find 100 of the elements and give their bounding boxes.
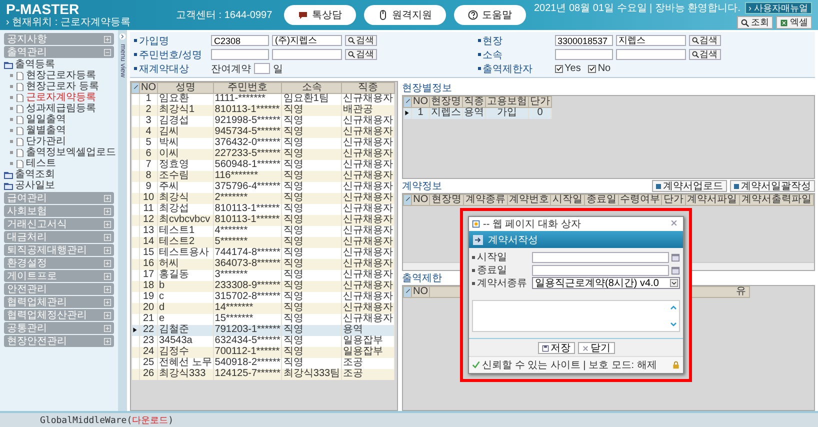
menu-item[interactable]: 공사일보 — [4, 180, 114, 191]
help-icon — [468, 10, 478, 20]
expand-icon — [104, 260, 111, 266]
table-row[interactable]: 25 전혜선 노무 540918-2****** 직영 조공 — [132, 358, 395, 368]
search-button[interactable]: 검색 — [688, 49, 720, 60]
table-row[interactable]: 6 이씨 227233-5****** 직영 신규채용자 — [132, 148, 395, 160]
table-row[interactable]: 9 주씨 375796-4****** 직영 신규채용자 — [132, 182, 395, 192]
table-row[interactable]: 26 최강식333 124125-7****** 최강식333팀 조공 — [132, 368, 395, 380]
days-field[interactable] — [254, 63, 270, 74]
table-row[interactable]: 19 c 315702-8****** 직영 신규채용자 — [132, 292, 395, 302]
excel-button[interactable]: 엑셀 — [776, 16, 812, 29]
action-button[interactable]: 계약서업로드 — [652, 180, 727, 192]
name-field[interactable] — [272, 49, 342, 60]
bullet-icon — [472, 256, 475, 258]
folder-icon — [4, 60, 13, 68]
table-row[interactable]: 2 최강식1 810113-1****** 직영 배관공 — [132, 104, 395, 116]
table-row[interactable]: 4 김씨 945734-5****** 직영 신규채용자 — [132, 126, 395, 138]
table-row[interactable]: 3 김경섭 921998-5****** 직영 신규채용자 — [132, 116, 395, 126]
table-row[interactable]: 13 테스트1 4******* 직영 신규채용자 — [132, 226, 395, 236]
manual-button[interactable]: › 사용자매뉴얼 — [744, 2, 812, 14]
checkbox[interactable] — [554, 64, 562, 72]
table-cell: 직영 — [282, 324, 342, 336]
menu-item[interactable]: 출역등록 — [4, 59, 114, 70]
name-field[interactable]: (주)지렙스 — [272, 35, 342, 46]
table-row[interactable]: 10 최강식 2******* 직영 신규채용자 — [132, 192, 395, 204]
menu-item[interactable]: 출역조회 — [4, 169, 114, 180]
column-header: 단가 — [528, 96, 552, 108]
greeting-text: 2021년 08월 01일 수요일 | 장바능 환영합니다. — [534, 2, 740, 15]
help-button[interactable]: 도움말 — [454, 5, 526, 25]
select-field[interactable]: 일용직근로계약(8시간) v4.0 — [532, 277, 680, 289]
column-header: 계약종류 — [463, 194, 508, 206]
table-cell: 375796-4****** — [213, 182, 282, 192]
dialog-heading: 계약서작성 — [488, 234, 538, 246]
table-row[interactable]: 17 홍길동 3******* 직영 신규채용자 — [132, 270, 395, 280]
field-label: 가입명 — [139, 34, 169, 48]
table-row[interactable]: 21 e 15******* 직영 신규채용자 — [132, 314, 395, 324]
table-row[interactable]: 14 테스트2 5******* 직영 신규채용자 — [132, 236, 395, 248]
table-cell: 직영 — [282, 346, 342, 358]
table-row[interactable]: 1 임요환 1111-******* 임요환1팀 신규채용자 — [132, 94, 395, 104]
mouse-button[interactable]: 원격지원 — [364, 5, 446, 25]
table-cell: 이씨 — [158, 148, 214, 160]
table-row[interactable]: 12 최cvbcvbcv 810113-1****** 직영 신규채용자 — [132, 214, 395, 226]
table-cell: 일용잡부 — [342, 346, 395, 358]
table-row[interactable]: 24 김정수 700112-1****** 직영 일용잡부 — [132, 346, 395, 358]
memo-field[interactable] — [472, 300, 680, 332]
date-field[interactable] — [532, 264, 669, 276]
chat-bubble-icon — [298, 10, 308, 20]
table-cell: 김철준 — [158, 324, 214, 336]
checkbox[interactable] — [588, 64, 596, 72]
code-field[interactable] — [211, 49, 269, 60]
action-button[interactable]: 계약서일괄작성 — [730, 180, 815, 192]
expand-icon — [104, 324, 111, 332]
table-row[interactable]: 16 허씨 364073-8****** 직영 신규채용자 — [132, 258, 395, 270]
search-button[interactable]: 검색 — [345, 49, 377, 60]
chat-button[interactable]: 톡상담 — [284, 5, 356, 25]
menu-item[interactable]: 성과제급림등록 — [4, 103, 114, 114]
table-row[interactable]: 20 d 14******* 직영 신규채용자 — [132, 302, 395, 314]
table-cell: 233308-9****** — [213, 280, 282, 292]
table-row[interactable]: 5 박씨 376432-0****** 직영 신규채용자 — [132, 138, 395, 148]
table-cell: 직영 — [282, 236, 342, 248]
table-row[interactable]: 11 최강섭 810113-1****** 직영 신규채용자 — [132, 204, 395, 214]
code-field[interactable]: C2308 — [211, 35, 269, 46]
table-row[interactable]: 22 김철준 791203-1****** 직영 용역 — [132, 324, 395, 336]
table-row[interactable]: 7 정효영 560948-1****** 직영 신규채용자 — [132, 160, 395, 170]
section-title: 계약정보 — [402, 180, 442, 193]
table-cell: 허씨 — [158, 258, 214, 270]
menu-item[interactable]: 현장근로자 등록 — [4, 81, 114, 92]
code-field[interactable] — [554, 49, 612, 60]
table-cell: 신규채용자 — [342, 204, 395, 214]
name-field[interactable]: 지렙스 — [616, 35, 686, 46]
code-field[interactable]: 3300018537 — [554, 35, 612, 46]
close-button[interactable]: 닫기 — [578, 342, 614, 354]
table-cell: 최강식1 — [158, 104, 214, 116]
search-button[interactable]: 조회 — [737, 16, 773, 29]
menu-item[interactable]: 테스트 — [4, 158, 114, 169]
status-text: 신뢰할 수 있는 사이트 | 보호 모드: 해제 — [482, 359, 657, 372]
search-button[interactable]: 검색 — [345, 35, 377, 46]
table-row[interactable]: 23 34543a 632434-5****** 직영 일용잡부 — [132, 336, 395, 346]
menu-item[interactable]: 일일출역 — [4, 114, 114, 125]
date-field[interactable] — [532, 252, 669, 262]
menu-item[interactable]: 출역정보엑셀업로드 — [4, 147, 114, 158]
name-field[interactable] — [616, 49, 686, 60]
column-header: 계약서출력파일 — [739, 194, 814, 206]
table-cell: 364073-8****** — [213, 258, 282, 270]
table-row[interactable]: 15 테스트용사 744174-8****** 직영 신규채용자 — [132, 248, 395, 258]
menu-item[interactable]: 월별출역 — [4, 125, 114, 136]
menu-item[interactable]: 단가관리 — [4, 136, 114, 147]
save-button[interactable]: 저장 — [538, 342, 574, 354]
table-row[interactable]: 1 지렙스 용역 가입 0 — [404, 108, 552, 118]
table-row[interactable]: 8 조수림 116******* 직영 신규채용자 — [132, 170, 395, 182]
table-cell: 신규채용자 — [342, 214, 395, 226]
table-cell: 신규채용자 — [342, 192, 395, 204]
table-cell: 테스트1 — [158, 226, 214, 236]
search-button[interactable]: 검색 — [688, 35, 720, 46]
table-cell: 921998-5****** — [213, 116, 282, 126]
table-row[interactable]: 18 b 233308-9****** 직영 신규채용자 — [132, 280, 395, 292]
menu-item[interactable]: 현장근로자등록 — [4, 70, 114, 81]
menu-item[interactable]: 근로자계약등록 — [4, 92, 114, 103]
expand-icon — [104, 312, 111, 318]
table-cell: 직영 — [282, 192, 342, 204]
